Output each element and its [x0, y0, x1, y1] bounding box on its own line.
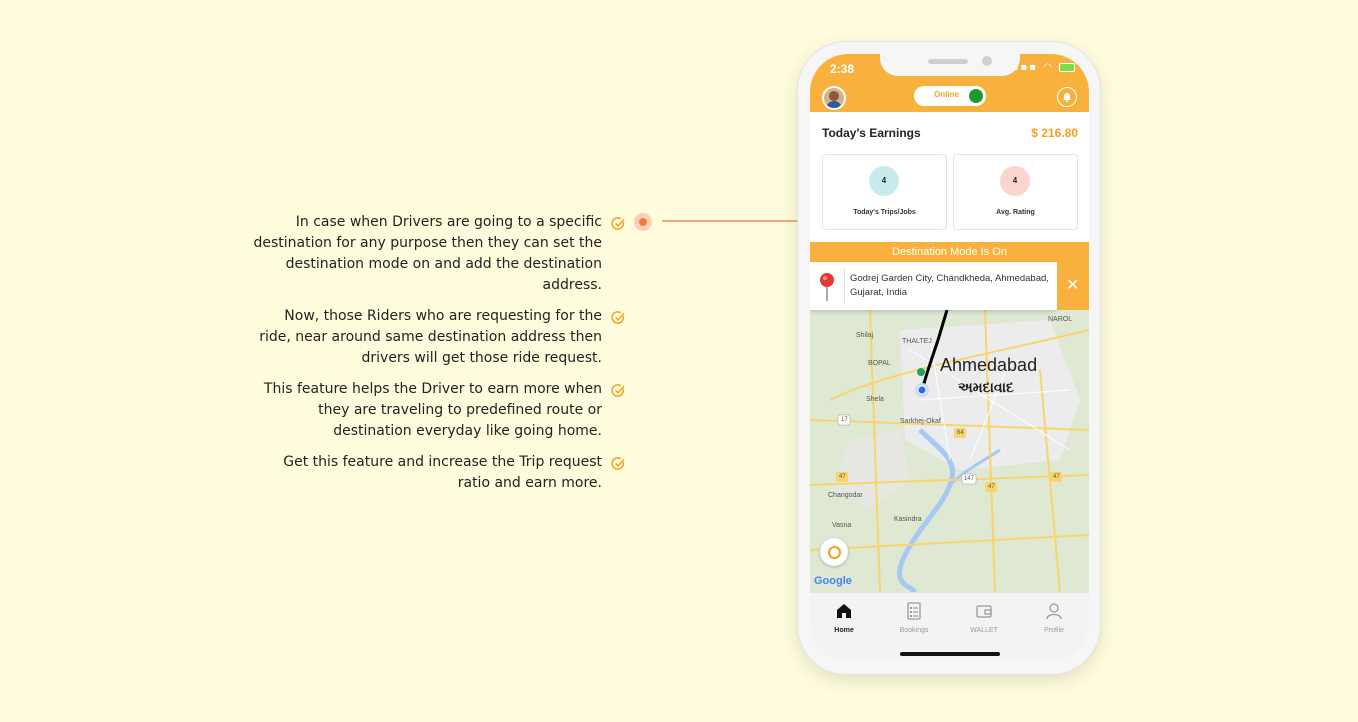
phone-notch — [880, 54, 1020, 76]
map-label-thaltej: THALTEJ — [902, 338, 932, 345]
map-label-changodar: Changodar — [828, 492, 863, 499]
road-number-17: 17 — [841, 417, 848, 423]
status-time: 2:38 — [830, 62, 855, 76]
rating-value: 4 — [1000, 166, 1030, 196]
earnings-header: Today's Earnings $ 216.80 — [822, 126, 1078, 142]
driver-avatar[interactable] — [822, 86, 846, 110]
signal-icon: ▪▪▪ — [1011, 62, 1038, 73]
bell-icon — [1063, 93, 1071, 103]
earnings-amount: $ 216.80 — [1031, 126, 1078, 140]
tab-home[interactable]: Home — [814, 601, 874, 634]
feature-item: This feature helps the Driver to earn mo… — [250, 379, 630, 442]
feature-text: In case when Drivers are going to a spec… — [253, 214, 602, 293]
tab-profile[interactable]: Profile — [1024, 601, 1084, 634]
map-label-bopal: BOPAL — [868, 360, 891, 367]
road-number-64: 64 — [957, 430, 964, 436]
bookings-icon — [907, 602, 921, 620]
app-header: 2:38 ▪▪▪ ◠ Online — [810, 54, 1089, 112]
map-label-narol: NAROL — [1048, 316, 1073, 323]
home-indicator — [900, 652, 1000, 656]
feature-text: This feature helps the Driver to earn mo… — [263, 381, 602, 439]
tab-label: Home — [834, 627, 854, 634]
google-logo: Google — [814, 575, 852, 587]
tab-label: WALLET — [970, 627, 998, 634]
map-label-shilaj: Shilaj — [856, 332, 874, 339]
map-city-name: Ahmedabad — [940, 355, 1038, 375]
map-label-shela: Shela — [866, 396, 884, 403]
feature-item: In case when Drivers are going to a spec… — [250, 212, 630, 296]
close-destination-button[interactable]: ✕ — [1057, 262, 1089, 310]
road-number-47: 47 — [988, 484, 995, 490]
feature-item: Now, those Riders who are requesting for… — [250, 306, 630, 369]
battery-icon — [1059, 62, 1075, 72]
tab-wallet[interactable]: WALLET — [954, 601, 1014, 634]
check-circle-icon — [611, 457, 625, 470]
road-number-47: 47 — [839, 474, 846, 480]
tab-bookings[interactable]: Bookings — [884, 601, 944, 634]
feature-text: Get this feature and increase the Trip r… — [283, 454, 602, 491]
wallet-icon — [976, 605, 992, 618]
feature-text: Now, those Riders who are requesting for… — [259, 308, 602, 366]
map-pin-icon — [820, 273, 834, 301]
crosshair-icon — [828, 546, 841, 559]
trips-stat-card[interactable]: 4 Today's Trips/Jobs — [822, 154, 947, 230]
tab-label: Profile — [1044, 627, 1064, 634]
road-number-47: 47 — [1053, 474, 1060, 480]
feature-item: Get this feature and increase the Trip r… — [250, 452, 630, 494]
map-label-vasna: Vasna — [832, 522, 852, 529]
status-icons: ▪▪▪ ◠ — [1012, 62, 1075, 73]
online-label: Online — [934, 90, 959, 99]
check-circle-icon — [611, 384, 625, 397]
online-toggle[interactable]: Online — [914, 86, 986, 106]
notification-button[interactable] — [1057, 87, 1077, 107]
feature-list: In case when Drivers are going to a spec… — [250, 212, 630, 504]
phone-screen: 2:38 ▪▪▪ ◠ Online Today's Earnings $ 216… — [810, 54, 1089, 661]
destination-address-card[interactable]: Godrej Garden City, Chandkheda, Ahmedaba… — [810, 262, 1057, 310]
map-city-name-gujarati: અમદાવાદ — [958, 380, 1014, 396]
destination-mode-banner: Destination Mode Is On — [810, 242, 1089, 262]
profile-icon — [1046, 603, 1062, 620]
close-icon: ✕ — [1066, 275, 1080, 294]
phone-mockup: 2:38 ▪▪▪ ◠ Online Today's Earnings $ 216… — [798, 42, 1100, 674]
map-label-sarkhej: Sarkhej-Okaf — [900, 418, 941, 425]
callout-dot — [634, 213, 652, 231]
wifi-icon: ◠ — [1043, 62, 1054, 73]
road-number-147: 147 — [964, 476, 975, 482]
destination-address: Godrej Garden City, Chandkheda, Ahmedaba… — [850, 273, 1049, 298]
callout-connector-line — [662, 220, 802, 222]
check-circle-icon — [611, 217, 625, 230]
my-location-button[interactable] — [820, 538, 848, 566]
rating-stat-card[interactable]: 4 Avg. Rating — [953, 154, 1078, 230]
toggle-knob — [969, 89, 983, 103]
map-canvas — [810, 310, 1089, 592]
trips-label: Today's Trips/Jobs — [853, 209, 916, 216]
map-label-kasindra: Kasindra — [894, 516, 922, 523]
check-circle-icon — [611, 311, 625, 324]
rating-label: Avg. Rating — [996, 209, 1035, 216]
map-view[interactable]: Shilaj THALTEJ BOPAL Shela Sarkhej-Okaf … — [810, 310, 1089, 592]
earnings-title: Today's Earnings — [822, 126, 921, 140]
bottom-tab-bar: Home Bookings WALLET Profile — [810, 592, 1089, 661]
tab-label: Bookings — [899, 627, 929, 634]
home-icon — [837, 604, 851, 618]
trips-count: 4 — [869, 166, 899, 196]
